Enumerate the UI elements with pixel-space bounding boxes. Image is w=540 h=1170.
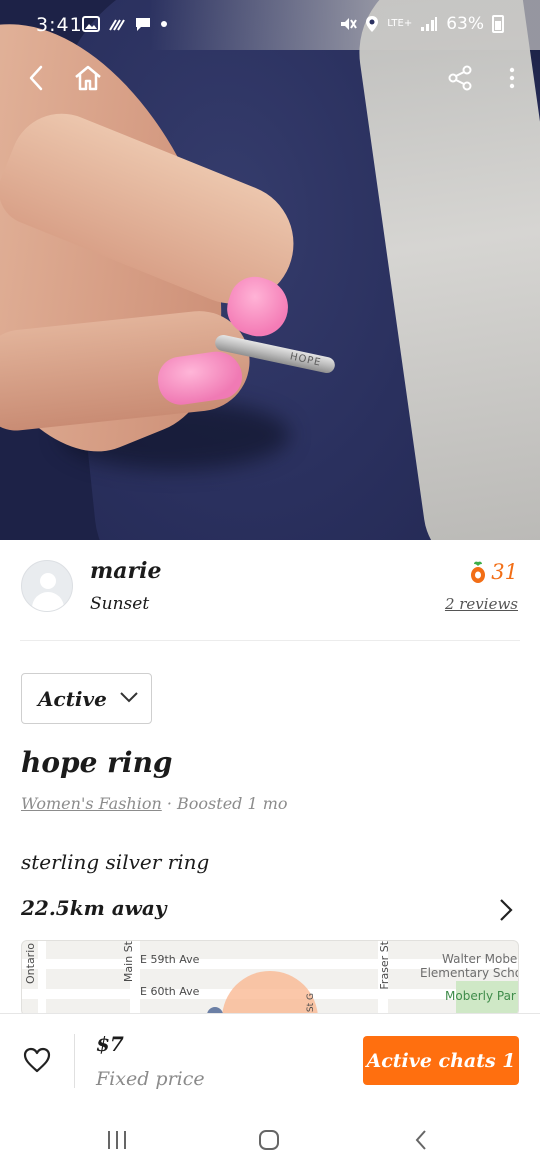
data-saver-icon xyxy=(109,19,125,31)
home-button[interactable] xyxy=(68,58,108,98)
battery-percent: 63% xyxy=(446,14,484,34)
listing-title: hope ring xyxy=(21,746,173,779)
price: $7 xyxy=(96,1032,124,1056)
chevron-right-icon[interactable] xyxy=(494,896,518,924)
status-value: Active xyxy=(38,686,107,711)
more-vertical-icon xyxy=(509,67,515,89)
location-radius xyxy=(222,971,318,1015)
listing-description: sterling silver ring xyxy=(21,850,210,874)
chevron-down-icon xyxy=(120,692,138,703)
map-label-school-2: Elementary Scho xyxy=(420,966,519,980)
section-divider xyxy=(20,640,520,641)
listing-distance[interactable]: 22.5km away xyxy=(21,896,166,920)
share-icon xyxy=(448,65,472,91)
active-chats-button[interactable]: Active chats 1 xyxy=(363,1036,519,1085)
heart-icon[interactable] xyxy=(22,1045,52,1075)
network-type: LTE+ xyxy=(387,18,413,29)
vertical-divider xyxy=(74,1034,75,1088)
seller-location: Sunset xyxy=(90,594,150,614)
top-action-bar xyxy=(0,58,540,98)
gallery-icon xyxy=(82,16,100,32)
signal-icon xyxy=(421,17,438,31)
price-type: Fixed price xyxy=(96,1068,205,1090)
score-value: 31 xyxy=(491,560,518,584)
dot-icon xyxy=(161,21,167,27)
recent-apps-icon xyxy=(108,1131,126,1149)
chevron-left-icon xyxy=(29,65,43,91)
map-street xyxy=(38,941,46,1015)
status-system-icons: LTE+ 63% xyxy=(339,14,504,34)
status-time: 3:41 xyxy=(36,14,83,36)
message-icon xyxy=(136,18,150,31)
map-label-fraser: Fraser St xyxy=(378,941,391,990)
carrot-icon xyxy=(471,561,486,583)
more-options-button[interactable] xyxy=(492,58,532,98)
category-link[interactable]: Women's Fashion xyxy=(21,794,162,813)
map-label-ontario: Ontario xyxy=(24,943,37,984)
mute-icon xyxy=(341,18,358,30)
map-label-stg: St G xyxy=(306,993,316,1013)
seller-score: 31 xyxy=(469,560,518,584)
reviews-link[interactable]: 2 reviews xyxy=(445,595,518,613)
back-nav-button[interactable] xyxy=(406,1127,436,1153)
back-nav-icon xyxy=(415,1130,426,1150)
home-nav-button[interactable] xyxy=(254,1127,284,1153)
battery-icon xyxy=(492,15,504,33)
listing-photo[interactable]: HOPE 3:41 LTE+ 63% xyxy=(0,0,540,540)
listing-meta: Women's Fashion · Boosted 1 mo xyxy=(21,794,288,813)
location-icon xyxy=(366,16,379,32)
map-label-school-1: Walter Mobe xyxy=(442,952,518,966)
boosted-info: · Boosted 1 mo xyxy=(161,794,288,813)
recent-apps-button[interactable] xyxy=(102,1127,132,1153)
status-dropdown[interactable]: Active xyxy=(21,673,152,724)
map-label-main-st: Main St xyxy=(122,941,135,983)
location-map[interactable]: Ontario Main St E 59th Ave E 60th Ave Fr… xyxy=(21,940,519,1016)
share-button[interactable] xyxy=(440,58,480,98)
map-label-e60: E 60th Ave xyxy=(140,985,200,998)
avatar-body xyxy=(32,592,64,611)
home-nav-icon xyxy=(259,1130,279,1150)
avatar[interactable] xyxy=(21,560,73,612)
bottom-action-bar: $7 Fixed price Active chats 1 xyxy=(0,1013,540,1111)
status-bar: 3:41 LTE+ 63% xyxy=(0,12,540,42)
map-label-e59: E 59th Ave xyxy=(140,953,200,966)
avatar-head xyxy=(40,573,56,589)
home-icon xyxy=(75,65,101,91)
status-notification-icons xyxy=(82,16,168,32)
seller-name[interactable]: marie xyxy=(90,558,161,584)
back-button[interactable] xyxy=(16,58,56,98)
map-label-park: Moberly Par xyxy=(445,989,516,1003)
seller-profile[interactable]: marie Sunset 31 2 reviews xyxy=(20,558,520,620)
system-nav-bar xyxy=(0,1111,540,1170)
